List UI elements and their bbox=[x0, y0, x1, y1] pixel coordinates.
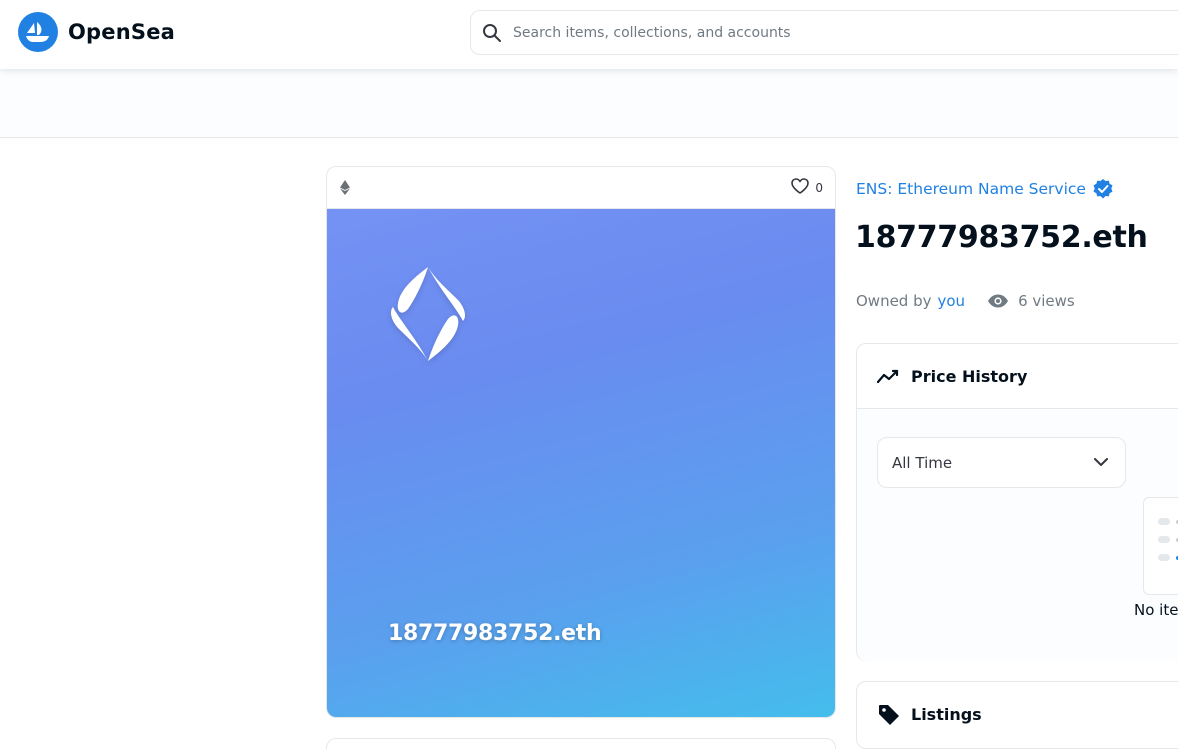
tag-icon bbox=[877, 703, 901, 727]
opensea-boat-icon bbox=[18, 12, 58, 52]
empty-state-illustration bbox=[1143, 497, 1178, 595]
owner-row: Owned by you 6 views bbox=[856, 292, 1075, 310]
illustration-bar bbox=[1158, 518, 1170, 525]
item-image-card: 0 18777983752.eth bbox=[326, 166, 836, 718]
item-card-header: 0 bbox=[327, 167, 835, 209]
top-banner bbox=[0, 69, 1178, 138]
search-input[interactable] bbox=[513, 24, 1153, 41]
owned-by-label: Owned by bbox=[856, 292, 932, 310]
trending-chart-icon bbox=[877, 364, 901, 388]
chevron-down-icon bbox=[1093, 455, 1109, 471]
eye-icon bbox=[987, 293, 1009, 309]
brand-name: OpenSea bbox=[68, 20, 176, 44]
listings-header[interactable]: Listings bbox=[857, 682, 1178, 747]
illustration-bar bbox=[1158, 554, 1170, 561]
item-title: 18777983752.eth bbox=[855, 220, 1148, 255]
illustration-bar bbox=[1158, 536, 1170, 543]
opensea-logo[interactable]: OpenSea bbox=[18, 12, 175, 52]
top-navbar: OpenSea bbox=[0, 0, 1178, 69]
ens-logo-icon bbox=[391, 267, 465, 361]
search-bar[interactable] bbox=[470, 10, 1178, 55]
views-count: 6 views bbox=[987, 292, 1075, 310]
search-icon bbox=[481, 22, 503, 44]
listings-panel: Listings bbox=[856, 681, 1178, 749]
description-panel-edge bbox=[326, 738, 836, 749]
verified-badge-icon bbox=[1092, 178, 1114, 200]
time-range-select[interactable]: All Time bbox=[877, 437, 1126, 488]
owner-link[interactable]: you bbox=[938, 292, 966, 310]
favorite-button[interactable]: 0 bbox=[791, 177, 823, 198]
price-history-panel: Price History All Time No ite bbox=[856, 343, 1178, 661]
favorite-count: 0 bbox=[815, 180, 823, 195]
price-history-title: Price History bbox=[911, 366, 1028, 386]
item-image[interactable]: 18777983752.eth bbox=[327, 209, 835, 717]
price-history-body: All Time No ite bbox=[857, 409, 1178, 661]
empty-state-text: No ite bbox=[1134, 601, 1178, 619]
collection-name: ENS: Ethereum Name Service bbox=[856, 180, 1086, 198]
item-image-name: 18777983752.eth bbox=[388, 621, 602, 646]
views-text: 6 views bbox=[1018, 292, 1075, 310]
collection-link[interactable]: ENS: Ethereum Name Service bbox=[856, 178, 1114, 200]
ethereum-icon bbox=[339, 180, 351, 196]
time-range-value: All Time bbox=[892, 453, 953, 472]
price-history-header[interactable]: Price History bbox=[857, 344, 1178, 409]
heart-icon bbox=[791, 177, 810, 198]
listings-title: Listings bbox=[911, 705, 982, 724]
